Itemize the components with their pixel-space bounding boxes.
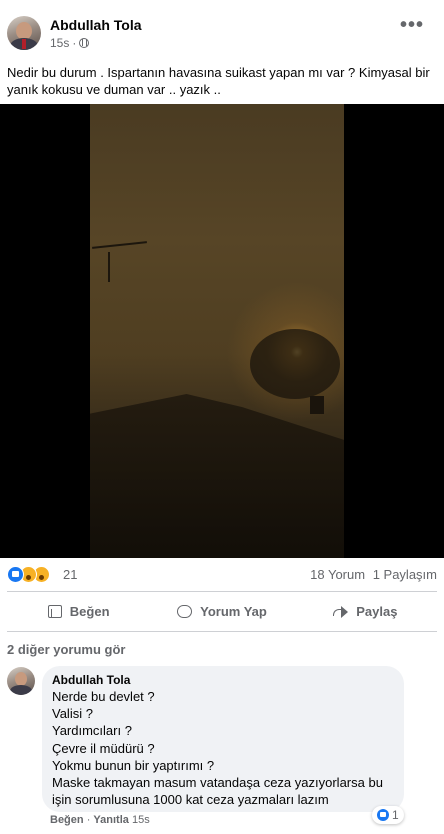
author-avatar[interactable] xyxy=(7,16,41,50)
view-more-comments-link[interactable]: 2 diğer yorumu gör xyxy=(7,642,125,657)
comment-count[interactable]: 18 Yorum xyxy=(310,567,365,582)
author-name[interactable]: Abdullah Tola xyxy=(50,17,142,33)
post-stats: 21 18 Yorum 1 Paylaşım xyxy=(7,566,437,584)
like-label: Beğen xyxy=(69,603,110,619)
divider-bottom xyxy=(7,631,437,632)
comment-line: Valisi ? xyxy=(52,706,93,722)
share-button[interactable]: Paylaş xyxy=(294,597,437,625)
post-card: Abdullah Tola 15s · ••• Nedir bu durum .… xyxy=(0,0,444,834)
share-icon xyxy=(333,605,349,618)
meta-separator: · xyxy=(72,36,77,50)
comment-line: işin sorumlusuna 1000 kat ceza yazmaları… xyxy=(52,792,329,808)
comment-reaction-badge[interactable]: 1 xyxy=(372,806,404,824)
antenna-pole xyxy=(108,252,110,282)
thumbs-up-icon xyxy=(47,604,62,618)
share-label: Paylaş xyxy=(356,603,398,619)
comment-bubble: Abdullah Tola Nerde bu devlet ? Valisi ?… xyxy=(42,666,404,812)
divider-top xyxy=(7,591,437,592)
comment-line: Çevre il müdürü ? xyxy=(52,740,155,756)
video-player[interactable]: × xyxy=(0,104,444,558)
avatar-face xyxy=(15,672,27,686)
comment-reaction-count: 1 xyxy=(392,808,399,822)
reaction-count[interactable]: 21 xyxy=(63,567,77,582)
post-meta: 15s · xyxy=(50,36,90,50)
video-frame xyxy=(90,104,344,558)
comment-like-link[interactable]: Beğen xyxy=(50,814,84,826)
comment-reply-link[interactable]: Yanıtla xyxy=(93,814,128,826)
avatar-suit xyxy=(10,685,32,695)
commenter-avatar[interactable] xyxy=(7,667,35,695)
tree-silhouette xyxy=(250,329,340,399)
share-count[interactable]: 1 Paylaşım xyxy=(373,567,437,582)
comment-action-separator: · xyxy=(86,814,91,826)
globe-icon[interactable] xyxy=(79,38,90,48)
comment-line: Nerde bu devlet ? xyxy=(52,689,155,704)
post-text: Nedir bu durum . Ispartanın havasına sui… xyxy=(7,65,430,97)
more-options-icon[interactable]: ••• xyxy=(400,15,424,35)
reaction-icons[interactable] xyxy=(7,566,50,583)
post-header: Abdullah Tola 15s · ••• xyxy=(0,0,444,60)
engagement-counts: 18 Yorum 1 Paylaşım xyxy=(306,567,437,582)
post-time[interactable]: 15s xyxy=(50,36,69,50)
comment-label: Yorum Yap xyxy=(200,603,267,619)
antenna-silhouette xyxy=(92,241,147,249)
like-button[interactable]: Beğen xyxy=(7,597,150,625)
comment-time[interactable]: 15s xyxy=(132,814,150,826)
comment-line: Maske takmayan masum vatandaşa ceza yazı… xyxy=(52,775,383,791)
comment-text: Nerde bu devlet ? Valisi ? Yardımcıları … xyxy=(52,688,397,808)
like-icon xyxy=(377,809,389,821)
comment-line: Yokmu bunun bir yaptırımı ? xyxy=(52,757,215,773)
comment-line: Yardımcıları ? xyxy=(52,723,132,739)
comment-icon xyxy=(177,604,193,618)
comment-author[interactable]: Abdullah Tola xyxy=(52,673,130,687)
avatar-tie xyxy=(22,39,26,49)
roof-silhouette xyxy=(90,394,344,558)
like-icon xyxy=(7,566,24,583)
chimney-silhouette xyxy=(310,396,324,414)
comment-button[interactable]: Yorum Yap xyxy=(150,597,293,625)
post-actions: Beğen Yorum Yap Paylaş xyxy=(7,597,437,625)
comment-actions: Beğen · Yanıtla 15s xyxy=(50,814,150,826)
